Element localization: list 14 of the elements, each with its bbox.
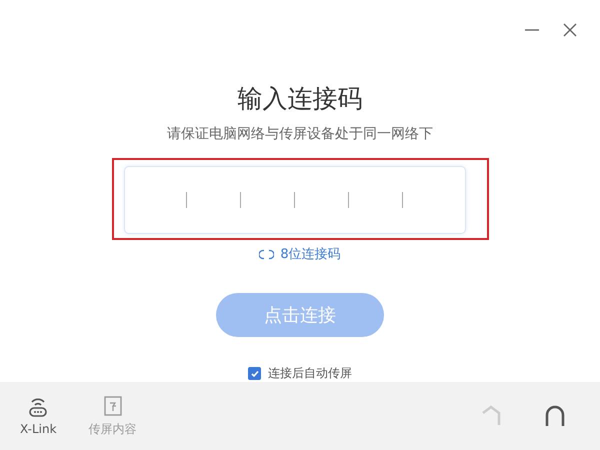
switch-code-link[interactable]: 8位连接码 <box>259 245 341 263</box>
nav-tab[interactable]: X-Link <box>20 396 57 436</box>
swap-icon <box>259 248 274 260</box>
instruction-text: 请保证电脑网络与传屏设备处于同一网络下 <box>167 125 433 143</box>
headphone-icon[interactable] <box>544 404 566 428</box>
checkbox[interactable] <box>248 367 261 380</box>
code-field[interactable] <box>124 166 466 234</box>
close-icon[interactable] <box>562 22 578 38</box>
dialog-title: 输入连接码 <box>238 83 362 115</box>
auto-cast-label: 连接后自动传屏 <box>268 365 352 382</box>
nav-tab[interactable]: 传屏内容 <box>88 394 137 438</box>
document-icon <box>102 394 123 416</box>
checkmark-icon <box>250 368 260 378</box>
router-icon <box>28 396 48 418</box>
